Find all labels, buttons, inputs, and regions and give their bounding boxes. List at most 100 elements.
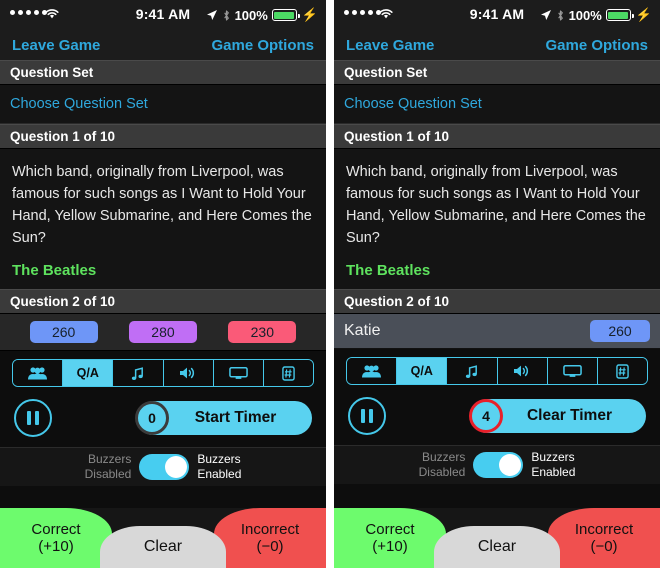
pause-button[interactable]	[348, 397, 386, 436]
bluetooth-icon	[556, 9, 565, 22]
timer-row: 0 Start Timer	[0, 393, 326, 448]
toggle-knob	[165, 456, 188, 479]
buzzers-enabled-label: Buzzers Enabled	[531, 450, 576, 480]
player-name: Katie	[344, 322, 381, 340]
clear-timer-button[interactable]: 4 Clear Timer	[469, 399, 646, 434]
segment-number-pad[interactable]	[597, 358, 647, 385]
buzzers-disabled-label: Buzzers Disabled	[84, 452, 132, 482]
correct-button[interactable]: Correct (+10)	[0, 508, 112, 568]
segment-number-pad[interactable]	[263, 360, 313, 387]
question-1-section-header: Question 1 of 10	[334, 124, 660, 149]
location-arrow-icon	[540, 9, 552, 21]
status-bar: 9:41 AM 100% ⚡	[334, 0, 660, 30]
segment-tv[interactable]	[547, 358, 598, 385]
leave-game-button[interactable]: Leave Game	[12, 37, 100, 54]
segment-qa[interactable]: Q/A	[63, 360, 114, 387]
number-pad-icon	[282, 365, 295, 381]
segment-tv[interactable]	[213, 360, 264, 387]
score-badge[interactable]: 280	[128, 321, 197, 344]
answer-text: The Beatles	[346, 262, 431, 280]
music-note-icon	[464, 364, 479, 379]
battery-percent: 100%	[568, 7, 602, 23]
status-right-cluster: 100% ⚡	[540, 7, 652, 23]
left-phone-panel: 9:41 AM 100% ⚡ Leave Game Game Options Q…	[0, 0, 326, 568]
speaker-volume-icon	[179, 366, 197, 380]
player-score-badge[interactable]: 260	[590, 320, 650, 343]
question-2-section-header: Question 2 of 10	[0, 289, 326, 315]
lightning-bolt-icon: ⚡	[635, 7, 652, 22]
incorrect-button[interactable]: Incorrect (−0)	[548, 508, 660, 568]
tv-monitor-icon	[562, 364, 582, 378]
question-1-section-header: Question 1 of 10	[0, 124, 326, 149]
correct-button[interactable]: Correct (+10)	[334, 508, 446, 568]
buzzers-disabled-label: Buzzers Disabled	[418, 450, 466, 480]
buzzers-toggle-row: Buzzers Disabled Buzzers Enabled	[334, 445, 660, 485]
segment-music[interactable]	[447, 358, 498, 385]
number-pad-icon	[616, 363, 629, 379]
question-2-section-header: Question 2 of 10	[334, 289, 660, 315]
game-options-button[interactable]: Game Options	[545, 37, 648, 54]
mode-segmented-control-wrap: Q/A	[334, 349, 660, 392]
segment-music[interactable]	[113, 360, 164, 387]
timer-label: Clear Timer	[526, 407, 612, 425]
lightning-bolt-icon: ⚡	[301, 7, 318, 22]
music-note-icon	[130, 366, 145, 381]
team-people-icon	[361, 364, 383, 378]
segment-sound[interactable]	[163, 360, 214, 387]
score-badge[interactable]: 230	[228, 321, 297, 344]
dual-screenshot-stage: 9:41 AM 100% ⚡ Leave Game Game Options Q…	[0, 0, 660, 568]
mode-segmented-control[interactable]: Q/A	[346, 357, 648, 386]
buzzers-toggle-switch[interactable]	[473, 452, 524, 479]
segment-team-people[interactable]	[347, 358, 398, 385]
question-1-body: Which band, originally from Liverpool, w…	[334, 149, 660, 290]
mode-segmented-control-wrap: Q/A	[0, 351, 326, 394]
question-text: Which band, originally from Liverpool, w…	[12, 164, 312, 247]
action-bar: Correct (+10) Incorrect (−0) Clear	[0, 508, 326, 568]
speaker-volume-icon	[513, 364, 531, 378]
nav-bar: Leave Game Game Options	[334, 30, 660, 60]
timer-count-circle: 0	[135, 401, 169, 436]
right-phone-panel: 9:41 AM 100% ⚡ Leave Game Game Options Q…	[334, 0, 660, 568]
choose-question-set-row[interactable]: Choose Question Set	[0, 85, 326, 124]
location-arrow-icon	[206, 9, 218, 21]
game-options-button[interactable]: Game Options	[211, 37, 314, 54]
timer-label: Start Timer	[194, 409, 277, 427]
action-bar: Correct (+10) Incorrect (−0) Clear	[334, 508, 660, 568]
qa-label: Q/A	[76, 366, 99, 381]
bluetooth-icon	[222, 9, 231, 22]
buzzers-toggle-row: Buzzers Disabled Buzzers Enabled	[0, 447, 326, 487]
pause-button[interactable]	[14, 399, 52, 438]
question-1-body: Which band, originally from Liverpool, w…	[0, 149, 326, 290]
start-timer-button[interactable]: 0 Start Timer	[135, 401, 312, 436]
leave-game-button[interactable]: Leave Game	[346, 37, 434, 54]
question-text: Which band, originally from Liverpool, w…	[346, 164, 646, 247]
team-people-icon	[27, 366, 49, 380]
qa-label: Q/A	[410, 364, 433, 379]
buzzers-toggle-switch[interactable]	[139, 454, 190, 481]
team-scores-strip: 260 280 230	[0, 314, 326, 352]
mode-segmented-control[interactable]: Q/A	[12, 359, 314, 388]
question-set-section-header: Question Set	[0, 60, 326, 85]
segment-sound[interactable]	[497, 358, 548, 385]
segment-team-people[interactable]	[13, 360, 64, 387]
battery-percent: 100%	[234, 7, 268, 23]
incorrect-button[interactable]: Incorrect (−0)	[214, 508, 326, 568]
segment-qa[interactable]: Q/A	[397, 358, 448, 385]
choose-question-set-row[interactable]: Choose Question Set	[334, 85, 660, 124]
toggle-knob	[499, 454, 522, 477]
battery-icon	[271, 9, 300, 21]
nav-bar: Leave Game Game Options	[0, 30, 326, 60]
battery-icon	[605, 9, 634, 21]
status-bar: 9:41 AM 100% ⚡	[0, 0, 326, 30]
timer-row: 4 Clear Timer	[334, 391, 660, 446]
buzzers-enabled-label: Buzzers Enabled	[197, 452, 242, 482]
tv-monitor-icon	[228, 366, 248, 380]
clear-button[interactable]: Clear	[434, 526, 560, 568]
status-right-cluster: 100% ⚡	[206, 7, 318, 23]
answer-text: The Beatles	[12, 262, 97, 280]
player-row[interactable]: Katie 260	[334, 314, 660, 350]
clear-button[interactable]: Clear	[100, 526, 226, 568]
score-badge[interactable]: 260	[29, 321, 98, 344]
question-set-section-header: Question Set	[334, 60, 660, 85]
timer-count-circle: 4	[469, 399, 503, 434]
